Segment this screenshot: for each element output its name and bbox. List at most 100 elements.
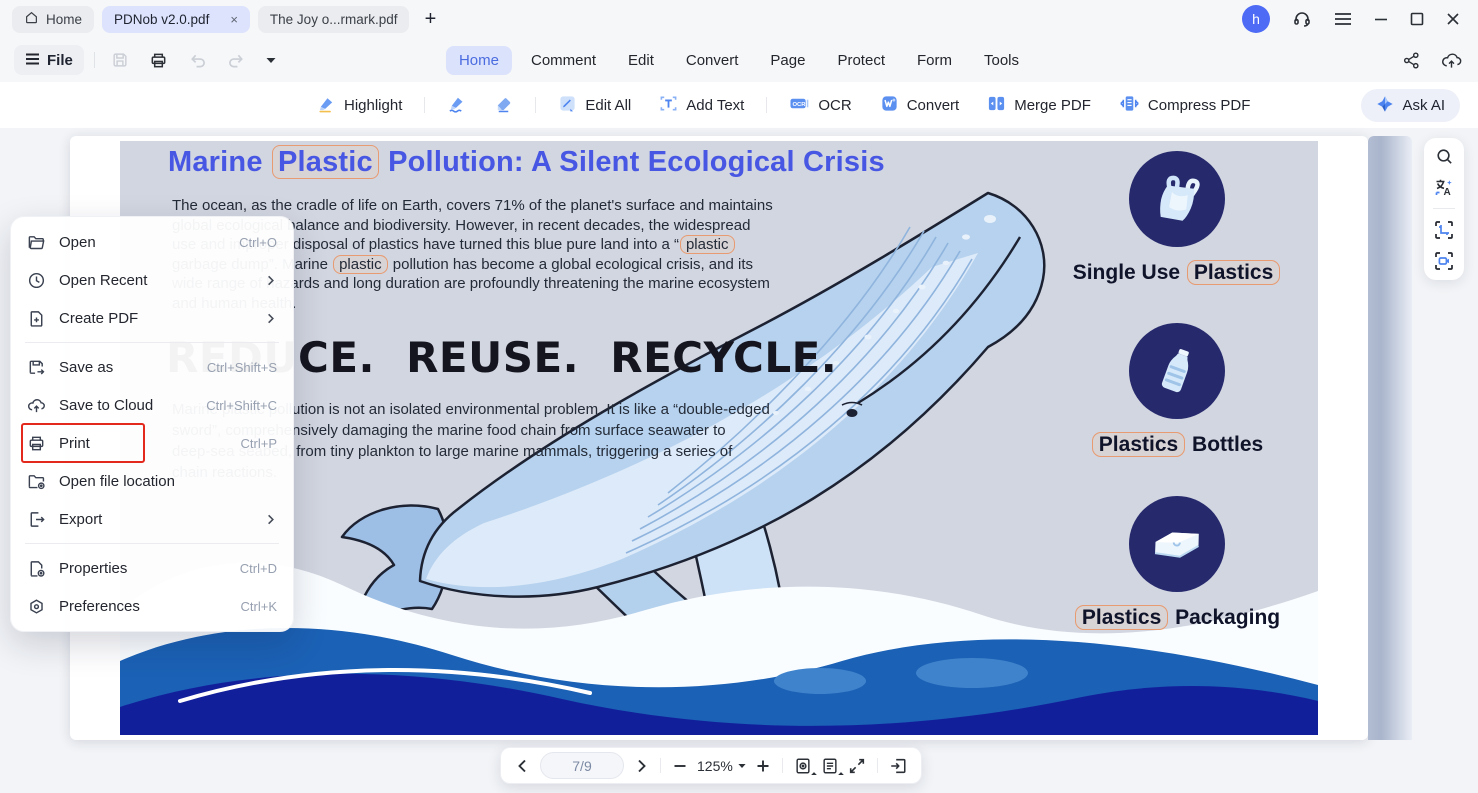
fullscreen-icon[interactable]	[848, 757, 866, 775]
page-number-input[interactable]: 7/9	[540, 752, 624, 779]
print-icon[interactable]	[149, 51, 168, 70]
toolbar-button-label: Edit All	[585, 97, 631, 114]
ask-ai-button[interactable]: Ask AI	[1361, 89, 1460, 122]
home-icon	[24, 10, 39, 28]
toolbar-add-text[interactable]: Add Text	[648, 88, 755, 122]
file-dropdown-menu: OpenCtrl+OOpen RecentCreate PDFSave asCt…	[10, 216, 294, 632]
translate-icon[interactable]: A	[1434, 177, 1454, 197]
zoom-level-dropdown[interactable]: 125%	[697, 758, 746, 774]
plastics-list-item: Plastics Packaging	[1057, 496, 1297, 630]
toolbar-button-label: Convert	[907, 97, 960, 114]
previous-page-icon[interactable]	[515, 758, 531, 774]
upload-cloud-icon[interactable]	[1441, 51, 1462, 70]
search-icon[interactable]	[1435, 147, 1454, 166]
folder-location-icon	[27, 472, 46, 491]
file-menu-item-label: Save to Cloud	[59, 397, 193, 414]
file-menu-item-open[interactable]: OpenCtrl+O	[11, 223, 293, 261]
avatar[interactable]: h	[1242, 5, 1270, 33]
menu-tab-form[interactable]: Form	[904, 46, 965, 75]
plastics-label-text: Single Use	[1073, 261, 1186, 284]
plastics-icon-circle	[1129, 496, 1225, 592]
toolbar-options-caret-icon[interactable]	[266, 57, 276, 64]
home-tab-label: Home	[46, 12, 82, 27]
menu-tab-page[interactable]: Page	[757, 46, 818, 75]
toolbar-divider	[766, 97, 767, 113]
scrollbar[interactable]	[1368, 136, 1412, 740]
redo-icon[interactable]	[227, 52, 246, 69]
menu-tab-tools[interactable]: Tools	[971, 46, 1032, 75]
file-menu-item-open-recent[interactable]: Open Recent	[11, 261, 293, 299]
menu-tab-comment[interactable]: Comment	[518, 46, 609, 75]
toggle-panel-icon[interactable]	[889, 757, 907, 775]
plastic-box-icon	[1148, 515, 1206, 573]
file-menu-item-print[interactable]: PrintCtrl+P	[11, 424, 293, 462]
toolbar-eraser-icon[interactable]	[483, 88, 524, 122]
menu-tab-home[interactable]: Home	[446, 46, 512, 75]
document-title-search-highlight: Plastic	[272, 145, 379, 179]
file-menu-item-save-as[interactable]: Save asCtrl+Shift+S	[11, 348, 293, 386]
edit-all-icon	[558, 94, 577, 117]
file-menu-item-create-pdf[interactable]: Create PDF	[11, 299, 293, 337]
undo-icon[interactable]	[188, 52, 207, 69]
file-menu-item-label: Save as	[59, 359, 194, 376]
eraser-icon	[494, 94, 513, 117]
document-title-text: Pollution: A Silent Ecological Crisis	[380, 146, 885, 178]
document-tab-label: PDNob v2.0.pdf	[114, 12, 209, 27]
toolbar-merge-pdf[interactable]: Merge PDF	[976, 88, 1102, 122]
toolbar-button-label: Compress PDF	[1148, 97, 1251, 114]
ocr-icon: OCR	[789, 94, 810, 117]
toolbar-wave-highlighter-icon[interactable]	[436, 88, 477, 122]
toolbar-edit-all[interactable]: Edit All	[547, 88, 642, 122]
file-menu-button[interactable]: File	[14, 45, 84, 75]
merge-pdf-icon	[987, 94, 1006, 117]
save-icon[interactable]	[111, 51, 129, 69]
compress-pdf-icon	[1119, 94, 1140, 117]
read-mode-icon[interactable]	[794, 757, 812, 775]
menu-divider	[25, 543, 279, 544]
toolbar-button-label: Merge PDF	[1014, 97, 1091, 114]
new-tab-button[interactable]: +	[417, 6, 443, 32]
app-menu-icon[interactable]	[1334, 12, 1352, 26]
printer-icon	[27, 434, 46, 453]
support-headset-icon[interactable]	[1292, 9, 1312, 29]
file-menu-item-properties[interactable]: PropertiesCtrl+D	[11, 549, 293, 587]
menu-tab-edit[interactable]: Edit	[615, 46, 667, 75]
screen-record-icon[interactable]	[1434, 251, 1454, 271]
hamburger-icon	[25, 52, 40, 69]
preferences-gear-icon	[27, 597, 46, 616]
menu-tab-protect[interactable]: Protect	[824, 46, 898, 75]
document-tab[interactable]: The Joy o...rmark.pdf	[258, 6, 410, 33]
close-tab-icon[interactable]: ×	[230, 12, 238, 27]
close-window-button[interactable]	[1446, 12, 1460, 26]
file-menu-item-shortcut: Ctrl+Shift+C	[206, 398, 277, 413]
ai-sparkle-icon	[1376, 95, 1394, 117]
toolbar-highlight[interactable]: Highlight	[306, 88, 413, 122]
file-menu-item-export[interactable]: Export	[11, 500, 293, 538]
file-menu-item-preferences[interactable]: PreferencesCtrl+K	[11, 587, 293, 625]
clock-icon	[27, 271, 46, 290]
toolbar-divider	[424, 97, 425, 113]
file-menu-item-save-to-cloud[interactable]: Save to Cloud Ctrl+Shift+C	[11, 386, 293, 424]
cloud-upload-icon	[27, 396, 46, 415]
zoom-in-icon[interactable]	[755, 758, 771, 774]
toolbar: Highlight Edit All Add Text OCROCR Convert Me…	[0, 82, 1478, 128]
share-icon[interactable]	[1402, 51, 1421, 70]
zoom-out-icon[interactable]	[672, 758, 688, 774]
file-menu-item-shortcut: Ctrl+D	[240, 561, 277, 576]
screenshot-crop-icon[interactable]	[1434, 220, 1454, 240]
menu-tab-convert[interactable]: Convert	[673, 46, 752, 75]
app-window: Home PDNob v2.0.pdf × The Joy o...rmark.pd…	[0, 0, 1478, 793]
toolbar-convert[interactable]: Convert	[869, 88, 971, 122]
toolbar-compress-pdf[interactable]: Compress PDF	[1108, 88, 1262, 122]
minimize-button[interactable]	[1374, 12, 1388, 26]
file-menu-item-open-file-location[interactable]: Open file location	[11, 462, 293, 500]
home-tab[interactable]: Home	[12, 6, 94, 33]
chevron-right-icon	[264, 513, 277, 526]
toolbar-ocr[interactable]: OCROCR	[778, 88, 862, 122]
plastics-item-label: Single Use Plastics	[1073, 261, 1282, 285]
page-layout-icon[interactable]	[821, 757, 839, 775]
document-viewport: Marine Plastic Pollution: A Silent Ecolo…	[0, 128, 1478, 793]
document-tab[interactable]: PDNob v2.0.pdf ×	[102, 6, 250, 33]
maximize-button[interactable]	[1410, 12, 1424, 26]
next-page-icon[interactable]	[633, 758, 649, 774]
